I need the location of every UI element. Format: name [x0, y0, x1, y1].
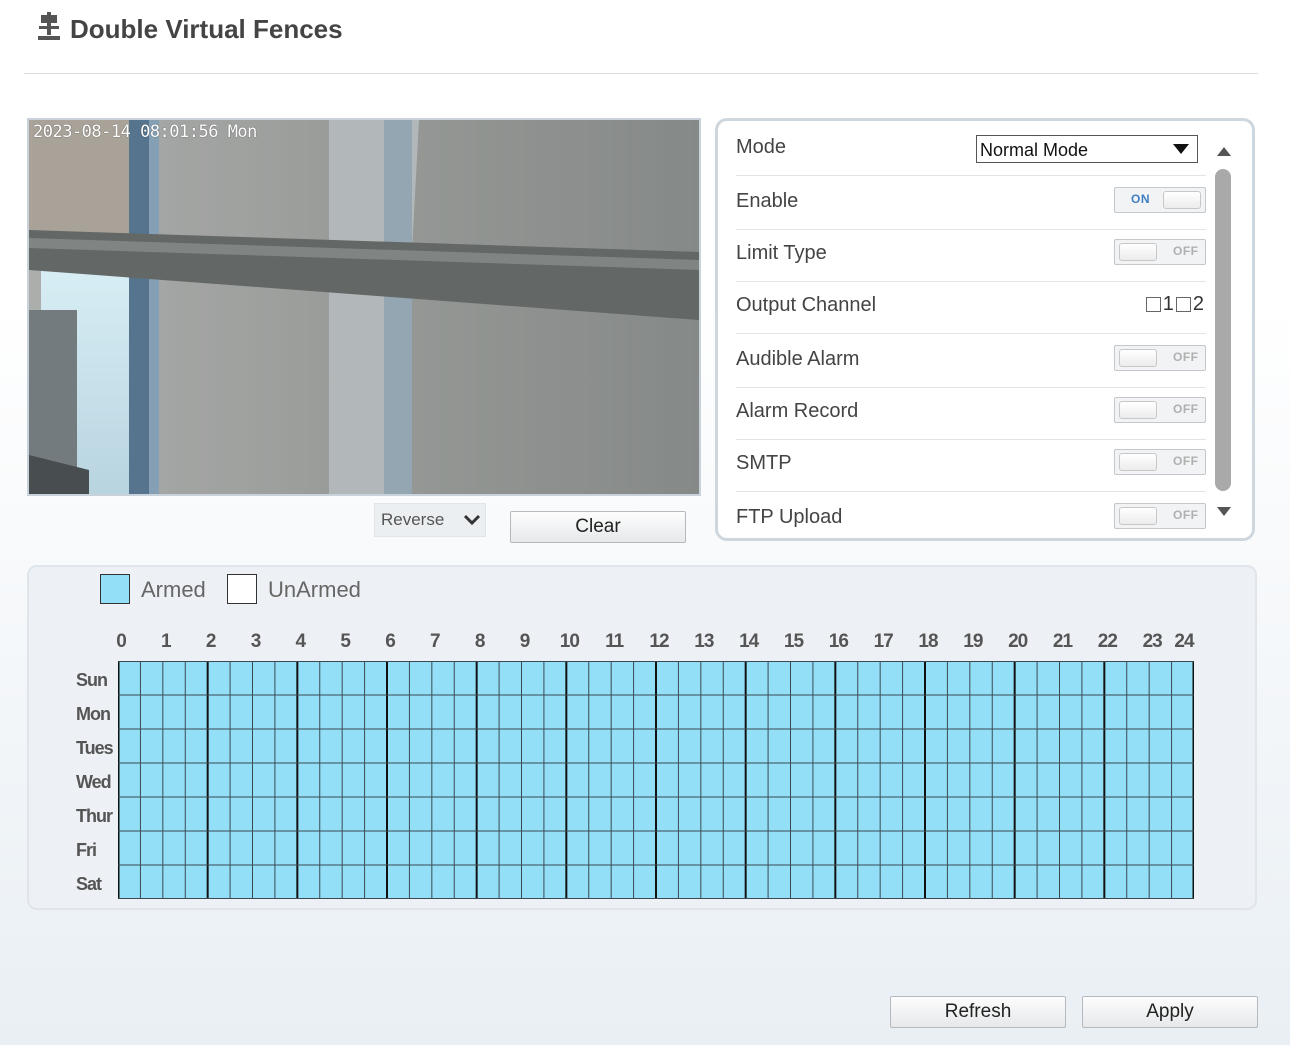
- smtp-toggle[interactable]: OFF: [1114, 449, 1206, 475]
- video-timestamp: 2023-08-14 08:01:56 Mon: [33, 122, 257, 142]
- toggle-state-text: OFF: [1173, 350, 1199, 364]
- output-channel-1-checkbox[interactable]: [1145, 297, 1161, 312]
- hour-label: 2: [205, 631, 217, 652]
- header-divider: [24, 73, 1258, 74]
- clear-button[interactable]: Clear: [510, 511, 686, 543]
- unarmed-legend-label: UnArmed: [268, 577, 361, 602]
- reverse-label: Reverse: [381, 510, 445, 529]
- output-channel-row: Output Channel 1 2: [736, 281, 1206, 334]
- hour-label: 9: [519, 631, 531, 652]
- armed-legend-swatch[interactable]: [100, 574, 130, 604]
- alarm-record-row: Alarm Record OFF: [736, 387, 1206, 440]
- hour-label: 18: [918, 631, 938, 652]
- hour-label: 0: [116, 631, 127, 652]
- toggle-state-text: OFF: [1173, 402, 1199, 416]
- hour-label: 22: [1097, 631, 1118, 652]
- day-label: Fri: [76, 840, 97, 860]
- enable-toggle[interactable]: ON: [1114, 187, 1206, 213]
- camera-sign-icon: [36, 12, 62, 42]
- smtp-label: SMTP: [736, 452, 792, 474]
- output-channel-label: Output Channel: [736, 294, 877, 316]
- audible-alarm-label: Audible Alarm: [736, 348, 860, 370]
- schedule-grid[interactable]: [118, 661, 1194, 899]
- alarm-settings-panel: Mode Normal Mode Enable ON Limit Type OF…: [715, 118, 1255, 541]
- scroll-thumb[interactable]: [1215, 169, 1231, 491]
- audible-alarm-toggle[interactable]: OFF: [1114, 345, 1206, 371]
- smtp-row: SMTP OFF: [736, 439, 1206, 492]
- hour-label: 4: [295, 631, 307, 652]
- hour-label: 6: [385, 631, 396, 652]
- unarmed-legend-swatch[interactable]: [227, 574, 257, 604]
- video-preview[interactable]: 2023-08-14 08:01:56 Mon: [27, 118, 701, 496]
- alarm-record-toggle[interactable]: OFF: [1114, 397, 1206, 423]
- day-label: Sat: [76, 874, 102, 894]
- day-label: Thur: [76, 806, 113, 826]
- mode-label: Mode: [736, 136, 787, 158]
- hour-label: 19: [963, 631, 983, 652]
- mode-value: Normal Mode: [980, 140, 1089, 160]
- output-channel-2-checkbox[interactable]: [1175, 297, 1191, 312]
- dropdown-arrow-icon: [1173, 144, 1189, 154]
- toggle-state-text: OFF: [1173, 244, 1199, 258]
- toggle-knob: [1119, 401, 1157, 419]
- toggle-knob: [1119, 243, 1157, 261]
- output-channel-1-label: 1: [1162, 293, 1174, 315]
- hour-label: 16: [828, 631, 849, 652]
- hour-label: 7: [430, 631, 441, 652]
- enable-label: Enable: [736, 190, 799, 212]
- hour-label: 5: [340, 631, 351, 652]
- hour-label: 24: [1174, 631, 1194, 652]
- hour-label: 23: [1142, 631, 1163, 652]
- hour-label: 3: [250, 631, 262, 652]
- toggle-knob: [1119, 349, 1157, 367]
- hour-label: 13: [694, 631, 714, 652]
- page-title: Double Virtual Fences: [70, 14, 343, 44]
- day-label: Mon: [76, 704, 111, 724]
- day-label: Sun: [76, 670, 108, 690]
- audible-alarm-row: Audible Alarm OFF: [736, 335, 1206, 388]
- apply-button[interactable]: Apply: [1082, 996, 1258, 1028]
- refresh-button[interactable]: Refresh: [890, 996, 1066, 1028]
- limit-type-row: Limit Type OFF: [736, 229, 1206, 282]
- day-label: Tues: [76, 738, 114, 758]
- hour-label: 14: [739, 631, 759, 652]
- ftp-upload-label: FTP Upload: [736, 506, 843, 528]
- output-channel-options: 1 2: [1145, 293, 1206, 316]
- enable-row: Enable ON: [736, 177, 1206, 230]
- ftp-upload-row: FTP Upload OFF: [736, 493, 1206, 538]
- mode-row: Mode Normal Mode: [736, 123, 1206, 176]
- limit-type-toggle[interactable]: OFF: [1114, 239, 1206, 265]
- mode-select[interactable]: Normal Mode: [976, 135, 1198, 163]
- toggle-state-text: OFF: [1173, 508, 1199, 522]
- ftp-upload-toggle[interactable]: OFF: [1114, 503, 1206, 529]
- camera-image: [29, 120, 699, 494]
- scroll-up-arrow-icon[interactable]: [1217, 147, 1231, 156]
- toggle-knob: [1119, 453, 1157, 471]
- armed-legend-label: Armed: [141, 577, 206, 602]
- limit-type-label: Limit Type: [736, 242, 827, 264]
- output-channel-2-label: 2: [1192, 293, 1204, 315]
- hour-label: 21: [1052, 631, 1073, 652]
- toggle-knob: [1119, 507, 1157, 525]
- hour-label: 8: [474, 631, 486, 652]
- hour-label: 17: [873, 631, 894, 652]
- day-label: Wed: [76, 772, 112, 792]
- alarm-record-label: Alarm Record: [736, 400, 859, 422]
- hour-label: 10: [559, 631, 580, 652]
- chevron-down-icon: [462, 510, 482, 530]
- hour-label: 1: [161, 631, 172, 652]
- toggle-state-text: ON: [1131, 192, 1150, 206]
- hour-label: 12: [649, 631, 669, 652]
- reverse-dropdown[interactable]: Reverse: [374, 503, 486, 537]
- hour-label: 20: [1008, 631, 1028, 652]
- hour-label: 15: [783, 631, 804, 652]
- toggle-knob: [1163, 191, 1201, 209]
- toggle-state-text: OFF: [1173, 454, 1199, 468]
- settings-scrollbar[interactable]: [1213, 131, 1235, 533]
- scroll-down-arrow-icon[interactable]: [1217, 507, 1231, 516]
- hour-label: 11: [605, 631, 624, 652]
